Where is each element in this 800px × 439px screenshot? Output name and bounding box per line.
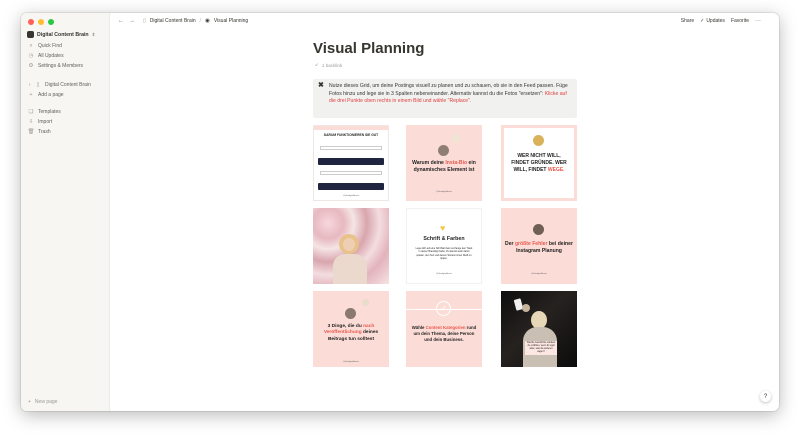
new-page-button[interactable]: + New page xyxy=(28,399,57,405)
tile-headline: Schrift & Farben xyxy=(423,236,465,242)
plus-icon: + xyxy=(28,399,31,405)
sidebar-item-label: Digital Content Brain xyxy=(45,82,91,88)
breadcrumb-item-current[interactable]: Visual Planning xyxy=(214,18,248,24)
zoom-window-button[interactable] xyxy=(48,19,54,25)
avatar xyxy=(438,145,449,156)
coffee-icon xyxy=(362,299,369,306)
updates-button[interactable]: ✓ Updates xyxy=(700,18,725,24)
grid-image-1[interactable]: DARUM FUNKTIONIEREN SIE GUT @thedigitalb… xyxy=(313,125,389,201)
minimize-window-button[interactable] xyxy=(38,19,44,25)
grid-image-8[interactable]: ✓ Wähle Content Kategorien rund um dein … xyxy=(406,291,482,367)
updates-label: Updates xyxy=(706,18,725,24)
sidebar-item-templates[interactable]: ❏ Templates xyxy=(28,109,108,115)
search-icon: ⌕ xyxy=(29,42,33,49)
sidebar-item-label: All Updates xyxy=(38,53,64,59)
sidebar-item-import[interactable]: ⇩ Import xyxy=(28,119,108,125)
topbar: ← → ▯ Digital Content Brain / ◉ Visual P… xyxy=(110,13,779,29)
favorite-button[interactable]: Favorite xyxy=(731,18,749,24)
check-icon: ✓ xyxy=(700,18,705,24)
breadcrumb-item-workspace[interactable]: Digital Content Brain xyxy=(150,18,196,24)
grid-image-6[interactable]: Der größte Fehler bei deiner Instagram P… xyxy=(501,208,577,284)
tile-handle: @thedigitalbrain xyxy=(343,195,359,197)
grid-image-7[interactable]: 3 Dinge, die du nach Veröffentlichung de… xyxy=(313,291,389,367)
chevron-updown-icon: ⇕ xyxy=(91,31,96,37)
grid-image-2[interactable]: Warum deine Insta-Bio ein dynamisches El… xyxy=(406,125,482,201)
sidebar-item-settings[interactable]: ⚙ Settings & Members xyxy=(28,63,108,69)
share-button[interactable]: Share xyxy=(681,18,694,24)
tile-handle: @thedigitalbrain xyxy=(343,361,359,363)
back-arrow-icon[interactable]: ← xyxy=(118,18,124,24)
tile-headline: 3 Dinge, die du nach Veröffentlichung de… xyxy=(323,324,379,342)
templates-icon: ❏ xyxy=(28,109,34,115)
sidebar-item-label: Settings & Members xyxy=(38,63,84,69)
tile-headline: DARUM FUNKTIONIEREN SIE GUT xyxy=(323,133,379,137)
help-button[interactable]: ? xyxy=(760,391,771,402)
window-controls xyxy=(28,19,54,25)
page-title[interactable]: Visual Planning xyxy=(313,40,424,57)
tile-handle: @thedigitalbrain xyxy=(436,191,452,193)
sidebar-item-label: Templates xyxy=(38,109,61,115)
sidebar-item-label: Trash xyxy=(38,129,51,135)
chevron-right-icon: › xyxy=(28,82,31,88)
sidebar-item-all-updates[interactable]: ◷ All Updates xyxy=(28,53,108,59)
sidebar-item-label: Quick Find xyxy=(38,43,62,49)
avatar xyxy=(533,135,544,146)
new-page-label: New page xyxy=(34,399,58,405)
tile-headline: Wähle Content Kategorien rund um dein Th… xyxy=(411,325,477,342)
workspace-logo-icon xyxy=(27,31,34,38)
tile-body: Lege dich auf eine Schriftart fest und f… xyxy=(415,247,473,261)
tile-headline: Der größte Fehler bei deiner Instagram P… xyxy=(505,241,573,254)
backlink-label: 1 backlink xyxy=(321,62,343,68)
close-window-button[interactable] xyxy=(28,19,34,25)
import-icon: ⇩ xyxy=(28,119,34,125)
backlink-arrow-icon: ↙ xyxy=(315,62,319,67)
grid-image-3[interactable]: WER NICHT WILL, FINDET GRÜNDE. WER WILL,… xyxy=(501,125,577,201)
more-options-button[interactable]: ··· xyxy=(755,18,761,24)
sidebar-item-quick-find[interactable]: ⌕ Quick Find xyxy=(28,42,108,50)
sidebar-item-digital-content-brain[interactable]: › ▯ Digital Content Brain xyxy=(28,82,108,88)
callout-text: Nutze dieses Grid, um deine Postings vis… xyxy=(329,83,568,97)
history-nav: ← → xyxy=(118,18,135,24)
page-icon: ▯ xyxy=(36,82,40,88)
forward-arrow-icon[interactable]: → xyxy=(129,18,135,24)
heart-icon: ♥ xyxy=(440,223,446,233)
breadcrumb: ▯ Digital Content Brain / ◉ Visual Plann… xyxy=(143,18,248,24)
plus-icon: + xyxy=(29,92,33,98)
topbar-actions: Share ✓ Updates Favorite ··· xyxy=(681,13,761,29)
photo-woman-flowers[interactable] xyxy=(313,208,389,284)
avatar xyxy=(533,224,544,235)
tile-headline: WER NICHT WILL, FINDET GRÜNDE. WER WILL,… xyxy=(511,153,567,173)
caption-box: Welche Geschichte würdest du erzählen, w… xyxy=(525,341,557,355)
avatar xyxy=(345,308,356,319)
page-icon: ▯ xyxy=(143,18,146,24)
gear-icon: ⚙ xyxy=(28,63,34,69)
callout-block[interactable]: ✖ Nutze dieses Grid, um deine Postings v… xyxy=(313,79,577,118)
photo-woman-phone[interactable]: Welche Geschichte würdest du erzählen, w… xyxy=(501,291,577,367)
tile-handle: @thedigitalbrain xyxy=(531,273,547,275)
workspace-switcher[interactable]: Digital Content Brain ⇕ xyxy=(27,31,95,38)
tile-handle: @thedigitalbrain xyxy=(436,273,452,275)
sidebar-item-add-page[interactable]: + Add a page xyxy=(28,92,108,98)
cross-icon: ✖ xyxy=(318,82,324,89)
clock-icon: ◷ xyxy=(28,53,34,59)
breadcrumb-separator: / xyxy=(199,18,202,24)
workspace-name: Digital Content Brain xyxy=(37,31,89,38)
tile-headline: Warum deine Insta-Bio ein dynamisches El… xyxy=(412,160,476,173)
sidebar-item-label: Add a page xyxy=(38,92,64,98)
app-window: Digital Content Brain ⇕ ⌕ Quick Find ◷ A… xyxy=(21,13,779,411)
trash-icon: 🗑 xyxy=(27,129,35,135)
sidebar-item-trash[interactable]: 🗑 Trash xyxy=(28,129,108,135)
backlink[interactable]: ↙ 1 backlink xyxy=(315,62,342,68)
eye-icon: ◉ xyxy=(205,18,210,24)
grid-image-5[interactable]: ♥ Schrift & Farben Lege dich auf eine Sc… xyxy=(406,208,482,284)
sidebar: Digital Content Brain ⇕ ⌕ Quick Find ◷ A… xyxy=(21,13,110,411)
sidebar-item-label: Import xyxy=(38,119,53,125)
coffee-icon xyxy=(452,134,460,142)
